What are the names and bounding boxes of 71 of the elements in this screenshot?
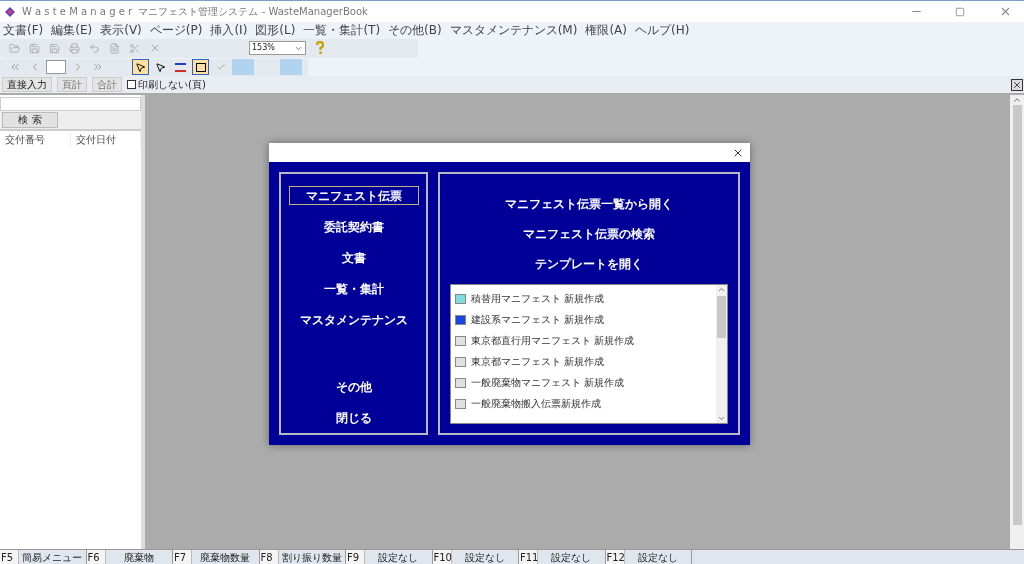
app-logo-icon — [4, 5, 16, 18]
key-label: F5 — [0, 550, 19, 564]
template-item[interactable]: 建設系マニフェスト 新規作成 — [451, 309, 716, 330]
pointer-icon[interactable] — [132, 59, 149, 75]
window-title: W a s t e M a n a g e r マニフェスト管理システム - WasteManagerBook — [22, 5, 368, 19]
key-action: 設定なし — [550, 551, 593, 564]
toggle-button[interactable] — [280, 59, 302, 75]
key-action: 割り振り数量 — [280, 551, 343, 564]
column-header[interactable]: 交付日付 — [70, 131, 141, 147]
key-action: 設定なし — [463, 551, 506, 564]
scroll-up-icon[interactable] — [717, 285, 726, 294]
search-field[interactable] — [0, 97, 141, 111]
function-key[interactable]: F6 廃棄物 — [86, 550, 173, 564]
menu-item[interactable]: 挿入(I) — [210, 22, 248, 37]
menu-item[interactable]: マスタメンテナンス(M) — [449, 22, 578, 37]
menu-item[interactable]: 一覧・集計(T) — [303, 22, 381, 37]
menu-item[interactable]: ページ(P) — [149, 22, 203, 37]
action-button[interactable]: マニフェスト伝票一覧から開く — [499, 194, 679, 213]
menu-item[interactable]: 編集(E) — [51, 22, 93, 37]
scroll-down-icon[interactable] — [717, 414, 726, 423]
key-label: F9 — [346, 550, 365, 564]
help-icon[interactable] — [315, 41, 325, 55]
menu-item[interactable]: ヘルプ(H) — [635, 22, 690, 37]
checkbox-label: 印刷しない(頁) — [138, 78, 206, 91]
menu-item[interactable]: 表示(V) — [100, 22, 142, 37]
function-key[interactable]: F7 廃棄物数量 — [173, 550, 260, 564]
key-action: 設定なし — [377, 551, 420, 564]
nav-button[interactable]: マスタメンテナンス — [288, 310, 419, 329]
key-action: 設定なし — [636, 551, 679, 564]
nav-button[interactable]: 文書 — [288, 248, 419, 267]
menu-item[interactable]: 図形(L) — [255, 22, 296, 37]
template-item[interactable]: 一般廃棄物搬入伝票新規作成 — [451, 393, 716, 414]
function-key[interactable]: F11 設定なし — [519, 550, 606, 564]
template-item[interactable]: 東京都直行用マニフェスト 新規作成 — [451, 330, 716, 351]
nav-button[interactable]: 委託契約書 — [288, 217, 419, 236]
template-item[interactable]: 東京都マニフェスト 新規作成 — [451, 351, 716, 372]
key-action: 廃棄物数量 — [199, 551, 252, 564]
scroll-up-icon[interactable] — [1012, 95, 1022, 105]
printer-icon[interactable] — [66, 40, 83, 56]
key-action: 廃棄物 — [122, 551, 155, 564]
maximize-icon[interactable] — [955, 6, 965, 17]
nav-button[interactable]: 一覧・集計 — [288, 279, 419, 298]
menu-item[interactable]: 権限(A) — [585, 22, 627, 37]
template-item[interactable]: 積替用マニフェスト 新規作成 — [451, 288, 716, 309]
nav-button[interactable]: マニフェスト伝票 — [288, 186, 419, 205]
action-button[interactable]: テンプレートを開く — [529, 254, 649, 273]
close-document-icon[interactable] — [1011, 78, 1023, 91]
menu-item[interactable]: 文書(F) — [3, 22, 44, 37]
scrollbar[interactable] — [716, 285, 727, 423]
function-key[interactable]: F8 割り振り数量 — [259, 550, 346, 564]
toolbar-button[interactable]: 直接入力 — [2, 77, 52, 92]
zoom-select[interactable]: 153% — [249, 41, 306, 55]
function-key[interactable]: F9 設定なし — [346, 550, 433, 564]
menu-item[interactable]: その他(B) — [388, 22, 442, 37]
scrollbar[interactable] — [1010, 95, 1024, 549]
function-key[interactable]: F10 設定なし — [432, 550, 519, 564]
search-button[interactable]: 検 索 — [2, 112, 58, 128]
template-item[interactable]: 一般廃棄物マニフェスト 新規作成 — [451, 372, 716, 393]
function-key[interactable]: F5 簡易メニュー — [0, 550, 87, 564]
function-key[interactable]: F12 設定なし — [605, 550, 692, 564]
checkbox[interactable] — [127, 80, 136, 89]
panel-icon[interactable] — [192, 59, 209, 75]
nav-button[interactable]: 閉じる — [288, 408, 419, 427]
key-label: F7 — [173, 550, 192, 564]
page-field[interactable] — [46, 60, 66, 74]
column-header[interactable]: 交付番号 — [0, 131, 71, 147]
nav-button[interactable]: その他 — [288, 377, 419, 396]
key-label: F11 — [519, 550, 538, 564]
action-button[interactable]: マニフェスト伝票の検索 — [517, 224, 661, 243]
key-action: 簡易メニュー — [21, 551, 84, 564]
toggle-button[interactable] — [232, 59, 254, 75]
